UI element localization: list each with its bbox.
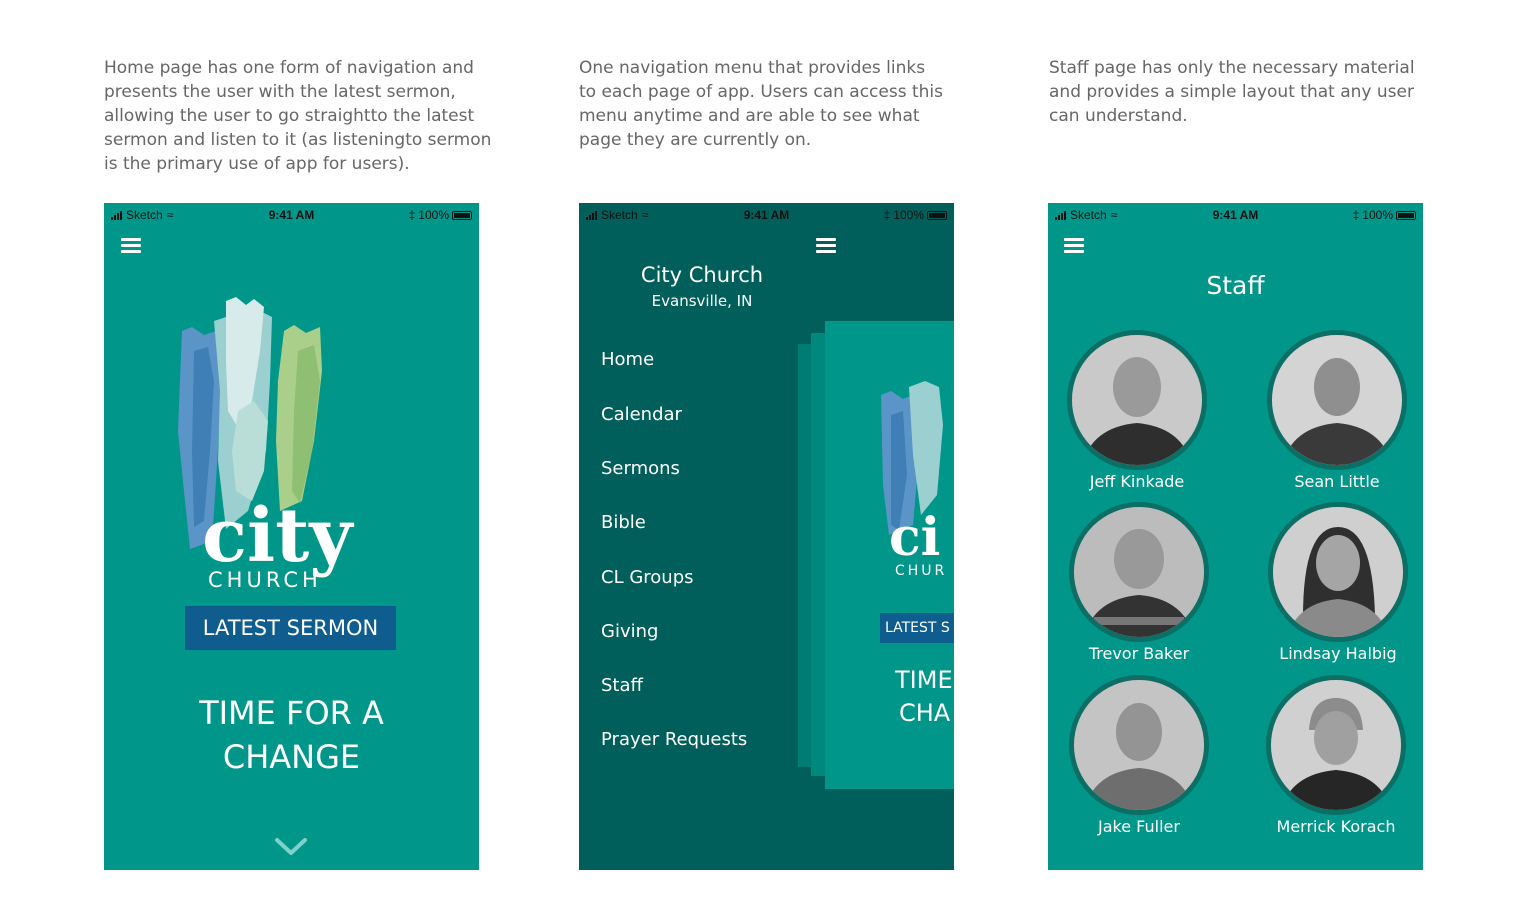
preview-title-line1: TIME xyxy=(895,666,953,694)
sermon-title-line2: CHANGE xyxy=(222,738,361,776)
caption-navigation: One navigation menu that provides links … xyxy=(579,58,943,150)
staff-name: Jake Fuller xyxy=(1098,817,1180,836)
logo-church-text: CHURCH xyxy=(208,568,322,591)
battery-label: 100% xyxy=(1362,208,1393,222)
staff-card[interactable]: Sean Little xyxy=(1257,330,1417,491)
caption-staff: Staff page has only the necessary materi… xyxy=(1049,58,1415,126)
status-bar: Sketch ≈ 9:41 AM ‡ 100% xyxy=(1048,203,1423,227)
staff-card[interactable]: Merrick Korach xyxy=(1256,675,1416,836)
staff-photo xyxy=(1069,675,1209,815)
staff-card[interactable]: Lindsay Halbig xyxy=(1258,502,1418,663)
battery-icon xyxy=(452,210,472,220)
staff-screen: Sketch ≈ 9:41 AM ‡ 100% Staff Jeff Kinkade… xyxy=(1048,203,1423,870)
bluetooth-icon: ‡ xyxy=(883,208,891,222)
bluetooth-icon: ‡ xyxy=(1352,208,1360,222)
staff-card[interactable]: Trevor Baker xyxy=(1059,502,1219,663)
staff-photo xyxy=(1266,675,1406,815)
nav-item-home[interactable]: Home xyxy=(601,349,654,370)
home-page-preview[interactable]: ci CHUR LATEST S TIME CHA xyxy=(825,321,954,789)
staff-photo xyxy=(1268,502,1408,642)
nav-item-prayer-requests[interactable]: Prayer Requests xyxy=(601,729,747,750)
preview-logo-church-text: CHUR xyxy=(895,563,947,579)
staff-photo xyxy=(1067,330,1207,470)
staff-name: Lindsay Halbig xyxy=(1279,644,1397,663)
church-name: City Church xyxy=(640,263,764,287)
bluetooth-icon: ‡ xyxy=(408,208,416,222)
staff-card[interactable]: Jeff Kinkade xyxy=(1057,330,1217,491)
nav-item-staff[interactable]: Staff xyxy=(601,675,643,696)
staff-name: Merrick Korach xyxy=(1276,817,1396,836)
nav-item-bible[interactable]: Bible xyxy=(601,512,646,533)
nav-item-giving[interactable]: Giving xyxy=(601,621,658,642)
church-location: Evansville, IN xyxy=(651,292,753,310)
latest-sermon-button[interactable]: LATEST SERMON xyxy=(185,606,396,650)
battery-label: 100% xyxy=(418,208,449,222)
hamburger-menu-icon[interactable] xyxy=(1064,238,1084,254)
status-bar: Sketch ≈ 9:41 AM ‡ 100% xyxy=(104,203,479,227)
nav-item-cl-groups[interactable]: CL Groups xyxy=(601,567,694,588)
caption-home: Home page has one form of navigation and… xyxy=(104,58,492,174)
staff-name: Sean Little xyxy=(1294,472,1380,491)
sermon-title-line1: TIME FOR A xyxy=(199,694,384,732)
preview-latest-button: LATEST S xyxy=(880,613,954,643)
staff-card[interactable]: Jake Fuller xyxy=(1059,675,1219,836)
staff-photo xyxy=(1069,502,1209,642)
preview-logo-city-text: ci xyxy=(889,507,940,568)
city-church-logo: city CHURCH xyxy=(178,297,354,591)
logo-city-text: city xyxy=(202,493,354,579)
chevron-down-icon[interactable] xyxy=(274,837,308,857)
staff-name: Jeff Kinkade xyxy=(1089,472,1185,491)
status-bar: Sketch ≈ 9:41 AM ‡ 100% xyxy=(579,203,954,227)
battery-label: 100% xyxy=(893,208,924,222)
battery-icon xyxy=(1396,210,1416,220)
nav-item-calendar[interactable]: Calendar xyxy=(601,404,682,425)
nav-item-sermons[interactable]: Sermons xyxy=(601,458,680,479)
hamburger-menu-icon[interactable] xyxy=(816,238,836,254)
page-title: Staff xyxy=(1206,271,1265,300)
navigation-screen: Sketch ≈ 9:41 AM ‡ 100% ci CHUR LATEST S T… xyxy=(579,203,954,870)
battery-icon xyxy=(927,210,947,220)
preview-title-line2: CHA xyxy=(899,699,951,727)
home-screen: Sketch ≈ 9:41 AM ‡ 100% city CHURCH LATEST… xyxy=(104,203,479,870)
staff-name: Trevor Baker xyxy=(1088,644,1190,663)
preview-logo: ci CHUR xyxy=(881,381,947,579)
hamburger-menu-icon[interactable] xyxy=(121,238,141,254)
staff-photo xyxy=(1267,330,1407,470)
